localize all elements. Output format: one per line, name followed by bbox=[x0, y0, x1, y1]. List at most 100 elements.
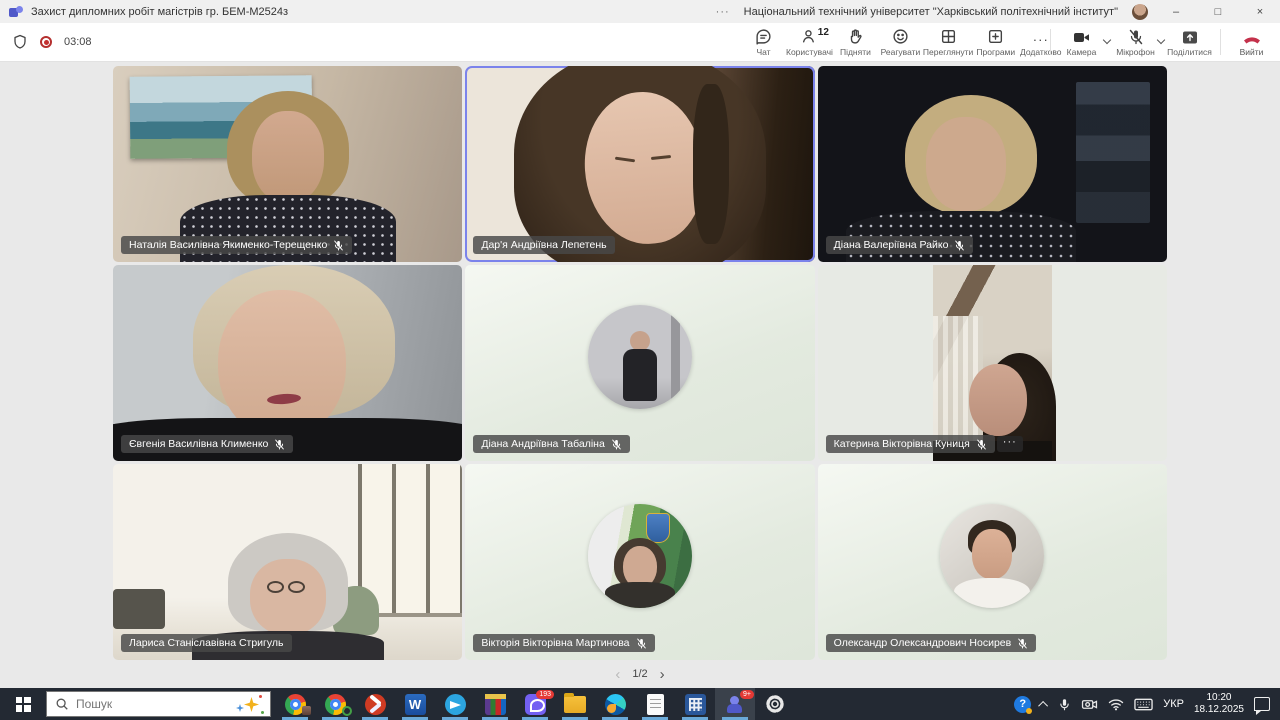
minimize-button[interactable]: – bbox=[1162, 0, 1190, 23]
share-button[interactable]: Поділитися bbox=[1167, 23, 1212, 61]
action-center-icon[interactable] bbox=[1254, 697, 1270, 715]
avatar-body bbox=[604, 582, 675, 609]
chrome-icon[interactable] bbox=[275, 688, 315, 720]
hair-strand bbox=[693, 84, 730, 244]
participant-face bbox=[968, 363, 1027, 436]
tile-yakymenko[interactable]: Наталія Василівна Якименко-Терещенко bbox=[113, 66, 463, 262]
participant-grid: Наталія Василівна Якименко-Терещенко Дар… bbox=[113, 66, 1167, 660]
name-label: Олександр Олександрович Носирев bbox=[825, 634, 1037, 652]
share-label: Поділитися bbox=[1167, 46, 1212, 57]
view-button[interactable]: Переглянути bbox=[923, 23, 973, 61]
start-button[interactable] bbox=[0, 688, 46, 720]
name-label: Наталія Василівна Якименко-Терещенко bbox=[121, 236, 353, 254]
settings-gear-icon[interactable] bbox=[755, 688, 795, 720]
city-emblem bbox=[646, 513, 671, 544]
tile-lepeten-active-speaker[interactable]: Дар'я Андріївна Лепетень bbox=[465, 66, 815, 262]
viber-icon[interactable]: 193 bbox=[515, 688, 555, 720]
raise-hand-button[interactable]: Підняти bbox=[833, 23, 878, 61]
mic-muted-icon bbox=[275, 439, 285, 449]
telegram-icon[interactable] bbox=[435, 688, 475, 720]
avatar-shirt bbox=[954, 578, 1031, 609]
participants-count-badge: 12 bbox=[817, 27, 829, 38]
react-label: Реагувати bbox=[880, 46, 921, 57]
participant-name: Олександр Олександрович Носирев bbox=[833, 637, 1012, 649]
touch-keyboard-icon[interactable] bbox=[1134, 698, 1153, 711]
red-media-app-icon[interactable] bbox=[355, 688, 395, 720]
user-avatar[interactable] bbox=[1132, 3, 1148, 20]
tile-stryhul[interactable]: Лариса Станіславівна Стригуль bbox=[113, 464, 463, 660]
close-button[interactable]: × bbox=[1246, 0, 1274, 23]
chrome-green-ring-badge bbox=[342, 706, 352, 716]
participant-face bbox=[217, 290, 346, 439]
teams-app-icon bbox=[9, 5, 23, 19]
participant-name: Дар'я Андріївна Лепетень bbox=[481, 239, 607, 251]
edge-icon[interactable] bbox=[595, 688, 635, 720]
search-icon bbox=[56, 698, 68, 710]
organization-title: Національний технічний університет "Харк… bbox=[743, 5, 1118, 18]
tray-mic-icon[interactable] bbox=[1058, 697, 1071, 712]
participants-button[interactable]: 12 Користувачі bbox=[786, 23, 833, 61]
leave-button[interactable]: Вийти bbox=[1229, 23, 1274, 61]
participant-name: Лариса Станіславівна Стригуль bbox=[129, 637, 284, 649]
search-input[interactable] bbox=[76, 697, 196, 711]
mic-muted-icon bbox=[334, 240, 344, 250]
taskbar-search[interactable] bbox=[46, 691, 271, 717]
winrar-icon[interactable] bbox=[475, 688, 515, 720]
participant-face bbox=[925, 116, 1006, 211]
maximize-button[interactable]: □ bbox=[1204, 0, 1232, 23]
word-icon[interactable]: W bbox=[395, 688, 435, 720]
tray-expand-chevron-icon[interactable] bbox=[1038, 700, 1049, 711]
language-indicator[interactable]: УКР bbox=[1163, 698, 1184, 710]
camera-button[interactable]: Камера bbox=[1059, 23, 1104, 61]
chrome-profile-icon[interactable] bbox=[315, 688, 355, 720]
tile-more-icon[interactable]: ··· bbox=[996, 436, 1023, 452]
mic-muted-icon bbox=[955, 240, 965, 250]
calculator-icon[interactable] bbox=[675, 688, 715, 720]
titlebar-more-icon[interactable]: ··· bbox=[716, 6, 730, 18]
react-button[interactable]: Реагувати bbox=[878, 23, 923, 61]
tile-tabalina[interactable]: Діана Андріївна Табаліна bbox=[465, 265, 815, 461]
tile-nosyrev[interactable]: Олександр Олександрович Носирев bbox=[817, 464, 1167, 660]
file-explorer-icon[interactable] bbox=[555, 688, 595, 720]
tile-klymenko[interactable]: Євгенія Василівна Клименко bbox=[113, 265, 463, 461]
teams-taskbar-icon[interactable]: 9+ bbox=[715, 688, 755, 720]
page-prev-icon[interactable]: ‹ bbox=[615, 666, 620, 683]
participant-face bbox=[249, 558, 326, 635]
meeting-stage: Наталія Василівна Якименко-Терещенко Дар… bbox=[0, 62, 1280, 688]
apps-button[interactable]: Програми bbox=[973, 23, 1018, 61]
wifi-icon[interactable] bbox=[1108, 698, 1124, 711]
notepad-icon[interactable] bbox=[635, 688, 675, 720]
search-highlights-sparkle-icon[interactable] bbox=[236, 695, 264, 715]
page-indicator: 1/2 bbox=[632, 668, 648, 680]
participant-name: Євгенія Василівна Клименко bbox=[129, 438, 269, 450]
tile-raiko[interactable]: Діана Валеріївна Райко bbox=[817, 66, 1167, 262]
chat-button[interactable]: Чат bbox=[741, 23, 786, 61]
tray-clock[interactable]: 10:20 18.12.2025 bbox=[1194, 692, 1244, 717]
shield-icon[interactable] bbox=[12, 34, 28, 50]
name-label: Діана Андріївна Табаліна bbox=[473, 435, 630, 453]
mic-muted-icon bbox=[1018, 638, 1027, 648]
camera-label: Камера bbox=[1066, 46, 1097, 57]
help-tray-icon[interactable]: ? bbox=[1014, 695, 1033, 714]
tray-camera-icon[interactable] bbox=[1081, 698, 1098, 711]
teams-badge: 9+ bbox=[740, 690, 754, 699]
microphone-label: Мікрофон bbox=[1116, 46, 1155, 57]
system-tray: ? УКР 10:20 18.12.2025 bbox=[1014, 688, 1280, 720]
share-screen-icon bbox=[1181, 28, 1199, 45]
view-grid-icon bbox=[940, 28, 957, 45]
participant-name: Діана Андріївна Табаліна bbox=[481, 438, 605, 450]
camera-on-icon bbox=[1073, 28, 1091, 45]
monitor-glow bbox=[1076, 81, 1150, 223]
tile-kunytsia[interactable]: Катерина Вікторівна Куниця ··· bbox=[817, 265, 1167, 461]
camera-chevron-down-icon[interactable] bbox=[1102, 35, 1112, 45]
avatar bbox=[940, 504, 1045, 609]
microphone-chevron-down-icon[interactable] bbox=[1156, 35, 1166, 45]
tray-date: 18.12.2025 bbox=[1193, 704, 1244, 715]
microphone-button[interactable]: Мікрофон bbox=[1113, 23, 1158, 61]
tray-time: 10:20 bbox=[1206, 691, 1232, 703]
page-next-icon[interactable]: › bbox=[660, 666, 665, 683]
viber-badge: 193 bbox=[536, 690, 554, 699]
tile-martynova[interactable]: Вікторія Вікторівна Мартинова bbox=[465, 464, 815, 660]
teams-logo-circle bbox=[16, 5, 23, 13]
leave-label: Вийти bbox=[1239, 46, 1264, 57]
